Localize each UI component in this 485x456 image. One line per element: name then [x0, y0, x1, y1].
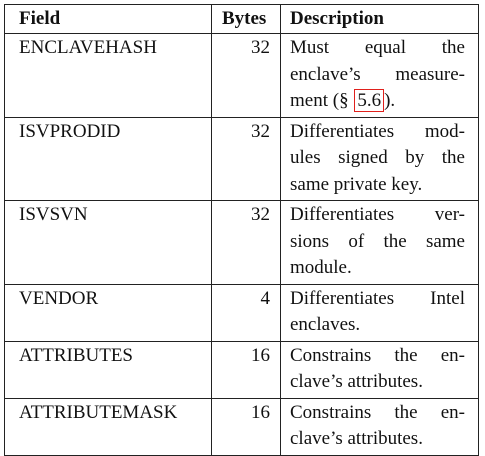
byte-size: 4	[211, 283, 281, 342]
field-name: ISVPRODID	[4, 116, 212, 201]
sigstruct-fields-table-container: Field Bytes Description ENCLAVEHASH 32 M…	[4, 4, 479, 456]
description-line: Constrains the en-	[290, 344, 465, 366]
field-description: Differentiates Intel enclaves.	[280, 283, 479, 342]
table-row: ATTRIBUTEMASK 16 Constrains the en- clav…	[4, 397, 479, 456]
description-text: ).	[384, 90, 396, 111]
description-line: ules signed by the	[290, 147, 465, 168]
description-line: ment (§ 5.6).	[290, 88, 465, 115]
header-field: Field	[4, 4, 212, 34]
byte-size: 32	[211, 116, 281, 201]
sigstruct-fields-table: Field Bytes Description ENCLAVEHASH 32 M…	[4, 4, 479, 456]
field-name: ISVSVN	[4, 200, 212, 285]
description-text: ment (§	[290, 90, 354, 111]
byte-size: 16	[211, 397, 281, 456]
table-row: ATTRIBUTES 16 Constrains the en- clave’s…	[4, 340, 479, 399]
field-name: ATTRIBUTES	[4, 340, 212, 399]
table-row: ISVPRODID 32 Differentiates mod- ules si…	[4, 116, 479, 201]
field-name: ENCLAVEHASH	[4, 33, 212, 118]
field-description: Constrains the en- clave’s attributes.	[280, 340, 479, 399]
description-line: Must equal the	[290, 37, 465, 58]
description-line: Constrains the en-	[290, 401, 465, 423]
field-name: ATTRIBUTEMASK	[4, 397, 212, 456]
field-description: Must equal the enclave’s measure- ment (…	[280, 33, 479, 118]
description-line: sions of the same	[290, 230, 465, 252]
byte-size: 16	[211, 340, 281, 399]
header-description: Description	[280, 4, 479, 34]
table-row: VENDOR 4 Differentiates Intel enclaves.	[4, 283, 479, 342]
description-line: enclaves.	[290, 314, 361, 335]
table-row: ISVSVN 32 Differentiates ver- sions of t…	[4, 200, 479, 285]
description-line: Differentiates mod-	[290, 120, 465, 142]
description-line: Differentiates ver-	[290, 204, 465, 225]
description-line: enclave’s measure-	[290, 63, 465, 85]
byte-size: 32	[211, 33, 281, 118]
field-description: Constrains the en- clave’s attributes.	[280, 397, 479, 456]
section-reference-link[interactable]: 5.6	[354, 89, 385, 112]
description-line: clave’s attributes.	[290, 371, 423, 392]
table-header-row: Field Bytes Description	[4, 4, 479, 34]
header-bytes: Bytes	[211, 4, 281, 34]
description-line: Differentiates Intel	[290, 287, 465, 309]
field-name: VENDOR	[4, 283, 212, 342]
description-line: module.	[290, 257, 352, 278]
field-description: Differentiates ver- sions of the same mo…	[280, 200, 479, 285]
field-description: Differentiates mod- ules signed by the s…	[280, 116, 479, 201]
table-row: ENCLAVEHASH 32 Must equal the enclave’s …	[4, 33, 479, 118]
description-line: same private key.	[290, 173, 423, 195]
byte-size: 32	[211, 200, 281, 285]
description-line: clave’s attributes.	[290, 428, 423, 449]
